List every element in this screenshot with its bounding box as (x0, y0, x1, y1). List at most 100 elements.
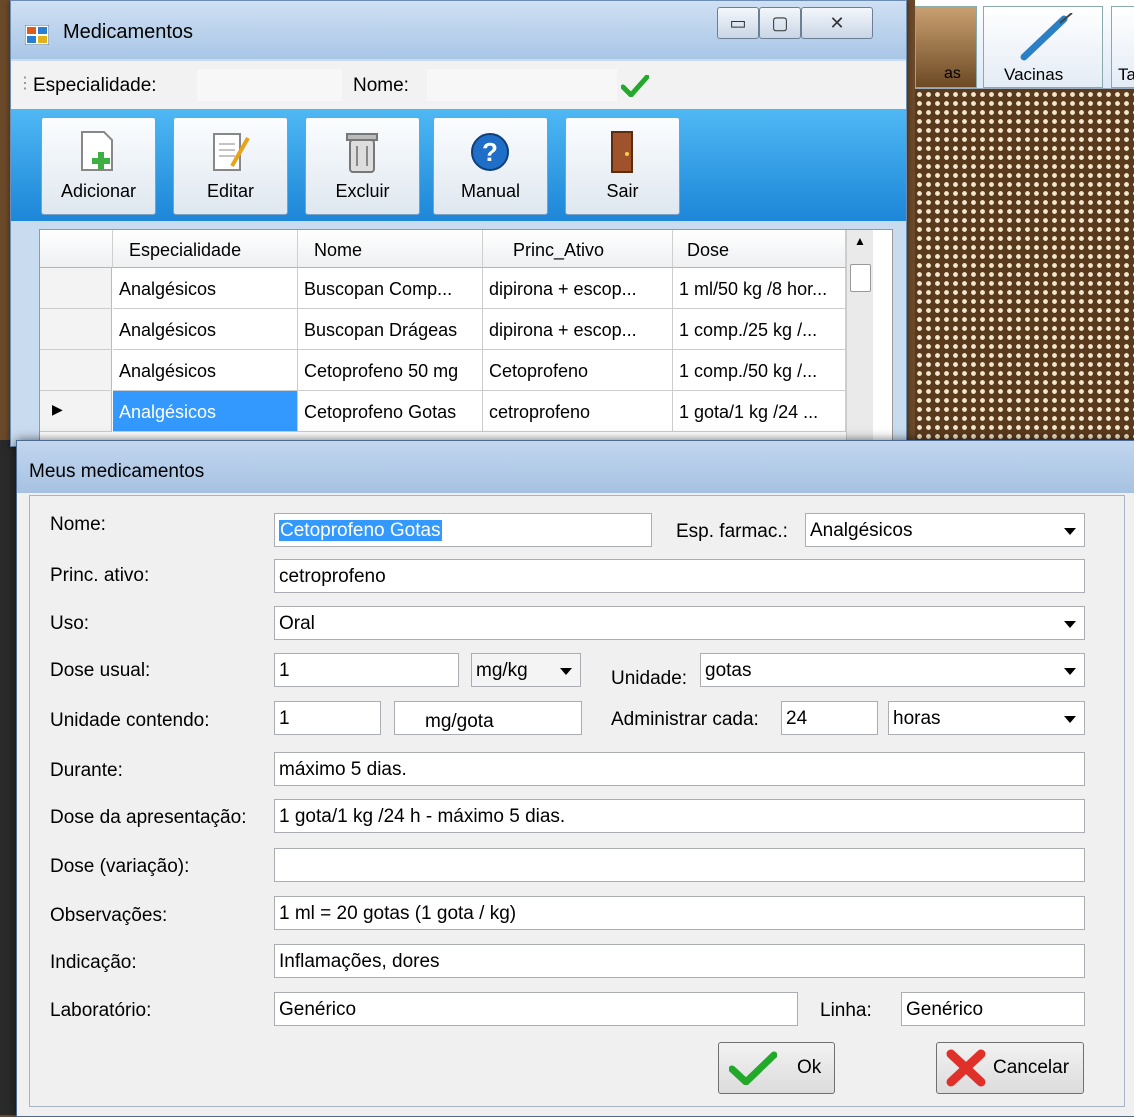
esp-farmac-label: Esp. farmac.: (676, 521, 788, 542)
maximize-button[interactable]: ▢ (759, 7, 801, 39)
laboratorio-field[interactable]: Genérico (274, 992, 798, 1026)
cancelar-button[interactable]: Cancelar (936, 1042, 1084, 1094)
dialog-titlebar[interactable]: Meus medicamentos (17, 441, 1134, 493)
row-header[interactable] (40, 309, 112, 350)
chevron-down-icon (1064, 621, 1076, 628)
sair-button[interactable]: Sair (565, 117, 680, 215)
scroll-up-icon[interactable]: ▲ (854, 234, 866, 248)
unidade-contendo-unit-value: mg/gota (425, 711, 494, 732)
partial-toolbar-button[interactable]: Ta (1111, 6, 1134, 88)
uso-value: Oral (279, 613, 315, 634)
app-icon (25, 25, 49, 45)
princ-ativo-field[interactable]: cetroprofeno (274, 559, 1085, 593)
grid-vertical-scrollbar[interactable]: ▲ (846, 230, 873, 447)
table-cell[interactable]: Cetoprofeno 50 mg (298, 350, 483, 391)
dose-usual-unit-select[interactable]: mg/kg (471, 653, 581, 687)
grid-corner-header (40, 230, 113, 268)
background-toolbar: as Vacinas Ta (915, 0, 1134, 89)
vacinas-button[interactable]: Vacinas (983, 6, 1103, 88)
door-exit-icon (611, 131, 633, 173)
adicionar-button[interactable]: Adicionar (41, 117, 156, 215)
help-icon: ? (471, 133, 509, 171)
table-cell[interactable]: Analgésicos (113, 268, 298, 309)
notepad-edit-icon (213, 133, 250, 171)
linha-field[interactable]: Genérico (901, 992, 1085, 1026)
esp-farmac-value: Analgésicos (810, 520, 913, 541)
row-header-current[interactable]: ▶ (40, 391, 112, 432)
table-cell[interactable]: Cetoprofeno (483, 350, 673, 391)
observacoes-label: Observações: (50, 905, 168, 926)
table-cell[interactable]: Analgésicos (113, 350, 298, 391)
observacoes-field[interactable]: 1 ml = 20 gotas (1 gota / kg) (274, 896, 1085, 930)
window-titlebar[interactable]: Medicamentos ▭ ▢ ✕ (11, 1, 906, 59)
close-button[interactable]: ✕ (801, 7, 873, 39)
table-cell[interactable]: dipirona + escop... (483, 309, 673, 350)
nome-filter-input[interactable] (427, 69, 617, 101)
minimize-button[interactable]: ▭ (717, 7, 759, 39)
column-header-dose[interactable]: Dose (673, 230, 846, 268)
table-cell[interactable]: cetroprofeno (483, 391, 673, 432)
table-cell[interactable]: Buscopan Comp... (298, 268, 483, 309)
chevron-down-icon (1064, 716, 1076, 723)
background-edge (0, 440, 16, 1115)
row-header[interactable] (40, 350, 112, 391)
unidade-contendo-unit-field[interactable]: mg/gota (394, 701, 582, 735)
table-cell[interactable]: Cetoprofeno Gotas (298, 391, 483, 432)
table-cell[interactable]: 1 comp./50 kg /... (673, 350, 846, 391)
chevron-down-icon (1064, 668, 1076, 675)
durante-field[interactable]: máximo 5 dias. (274, 752, 1085, 786)
dose-usual-unit-value: mg/kg (476, 660, 528, 681)
table-cell[interactable]: 1 comp./25 kg /... (673, 309, 846, 350)
administrar-cada-label: Administrar cada: (611, 709, 759, 730)
unidade-contendo-label: Unidade contendo: (50, 710, 210, 731)
column-header-nome[interactable]: Nome (298, 230, 483, 268)
window-title: Medicamentos (63, 21, 194, 43)
excluir-button[interactable]: Excluir (305, 117, 420, 215)
uso-select[interactable]: Oral (274, 606, 1085, 640)
medicamentos-window: Medicamentos ▭ ▢ ✕ ⋮ Especialidade: Nome… (10, 0, 907, 448)
document-add-icon (81, 131, 113, 171)
editar-button[interactable]: Editar (173, 117, 288, 215)
dialog-form: Nome: Cetoprofeno Gotas Esp. farmac.: An… (29, 495, 1125, 1107)
nome-field[interactable]: Cetoprofeno Gotas (274, 513, 652, 547)
dialog-title: Meus medicamentos (29, 461, 205, 482)
ok-button[interactable]: Ok (718, 1042, 835, 1094)
unidade-contendo-field[interactable]: 1 (274, 701, 381, 735)
table-cell[interactable]: Analgésicos (113, 309, 298, 350)
table-cell[interactable]: Buscopan Drágeas (298, 309, 483, 350)
checkmark-icon[interactable] (621, 75, 649, 97)
administrar-cada-field[interactable]: 24 (781, 701, 878, 735)
princ-ativo-label: Princ. ativo: (50, 565, 150, 586)
table-cell[interactable]: 1 ml/50 kg /8 hor... (673, 268, 846, 309)
linha-label: Linha: (820, 1000, 872, 1021)
administrar-cada-unit-value: horas (893, 708, 941, 729)
meus-medicamentos-dialog: Meus medicamentos Nome: Cetoprofeno Gota… (16, 440, 1134, 1117)
especialidade-filter-label: Especialidade: (33, 75, 157, 96)
laboratorio-label: Laboratório: (50, 1000, 152, 1021)
dose-usual-field[interactable]: 1 (274, 653, 459, 687)
indicacao-label: Indicação: (50, 952, 137, 973)
esp-farmac-select[interactable]: Analgésicos (805, 513, 1085, 547)
checkmark-icon (729, 1051, 777, 1085)
cross-icon (946, 1049, 986, 1087)
column-header-princ-ativo[interactable]: Princ_Ativo (483, 230, 673, 268)
dose-apresentacao-field[interactable]: 1 gota/1 kg /24 h - máximo 5 dias. (274, 799, 1085, 833)
dose-variacao-field[interactable] (274, 848, 1085, 882)
unidade-select[interactable]: gotas (700, 653, 1085, 687)
nome-filter-label: Nome: (353, 75, 409, 96)
medicamentos-grid[interactable]: Especialidade Nome Princ_Ativo Dose Anal… (39, 229, 893, 448)
chevron-down-icon (1064, 528, 1076, 535)
especialidade-filter-input[interactable] (197, 69, 342, 101)
table-cell[interactable]: dipirona + escop... (483, 268, 673, 309)
column-header-especialidade[interactable]: Especialidade (113, 230, 298, 268)
administrar-cada-unit-select[interactable]: horas (888, 701, 1085, 735)
scroll-thumb[interactable] (850, 264, 871, 292)
table-cell[interactable]: 1 gota/1 kg /24 ... (673, 391, 846, 432)
indicacao-field[interactable]: Inflamações, dores (274, 944, 1085, 978)
table-cell-selected[interactable]: Analgésicos (113, 391, 298, 432)
row-header[interactable] (40, 268, 112, 309)
minimize-icon: ▭ (729, 12, 747, 33)
background-animal-button[interactable]: as (915, 6, 977, 88)
manual-button[interactable]: ? Manual (433, 117, 548, 215)
close-icon: ✕ (829, 12, 845, 33)
